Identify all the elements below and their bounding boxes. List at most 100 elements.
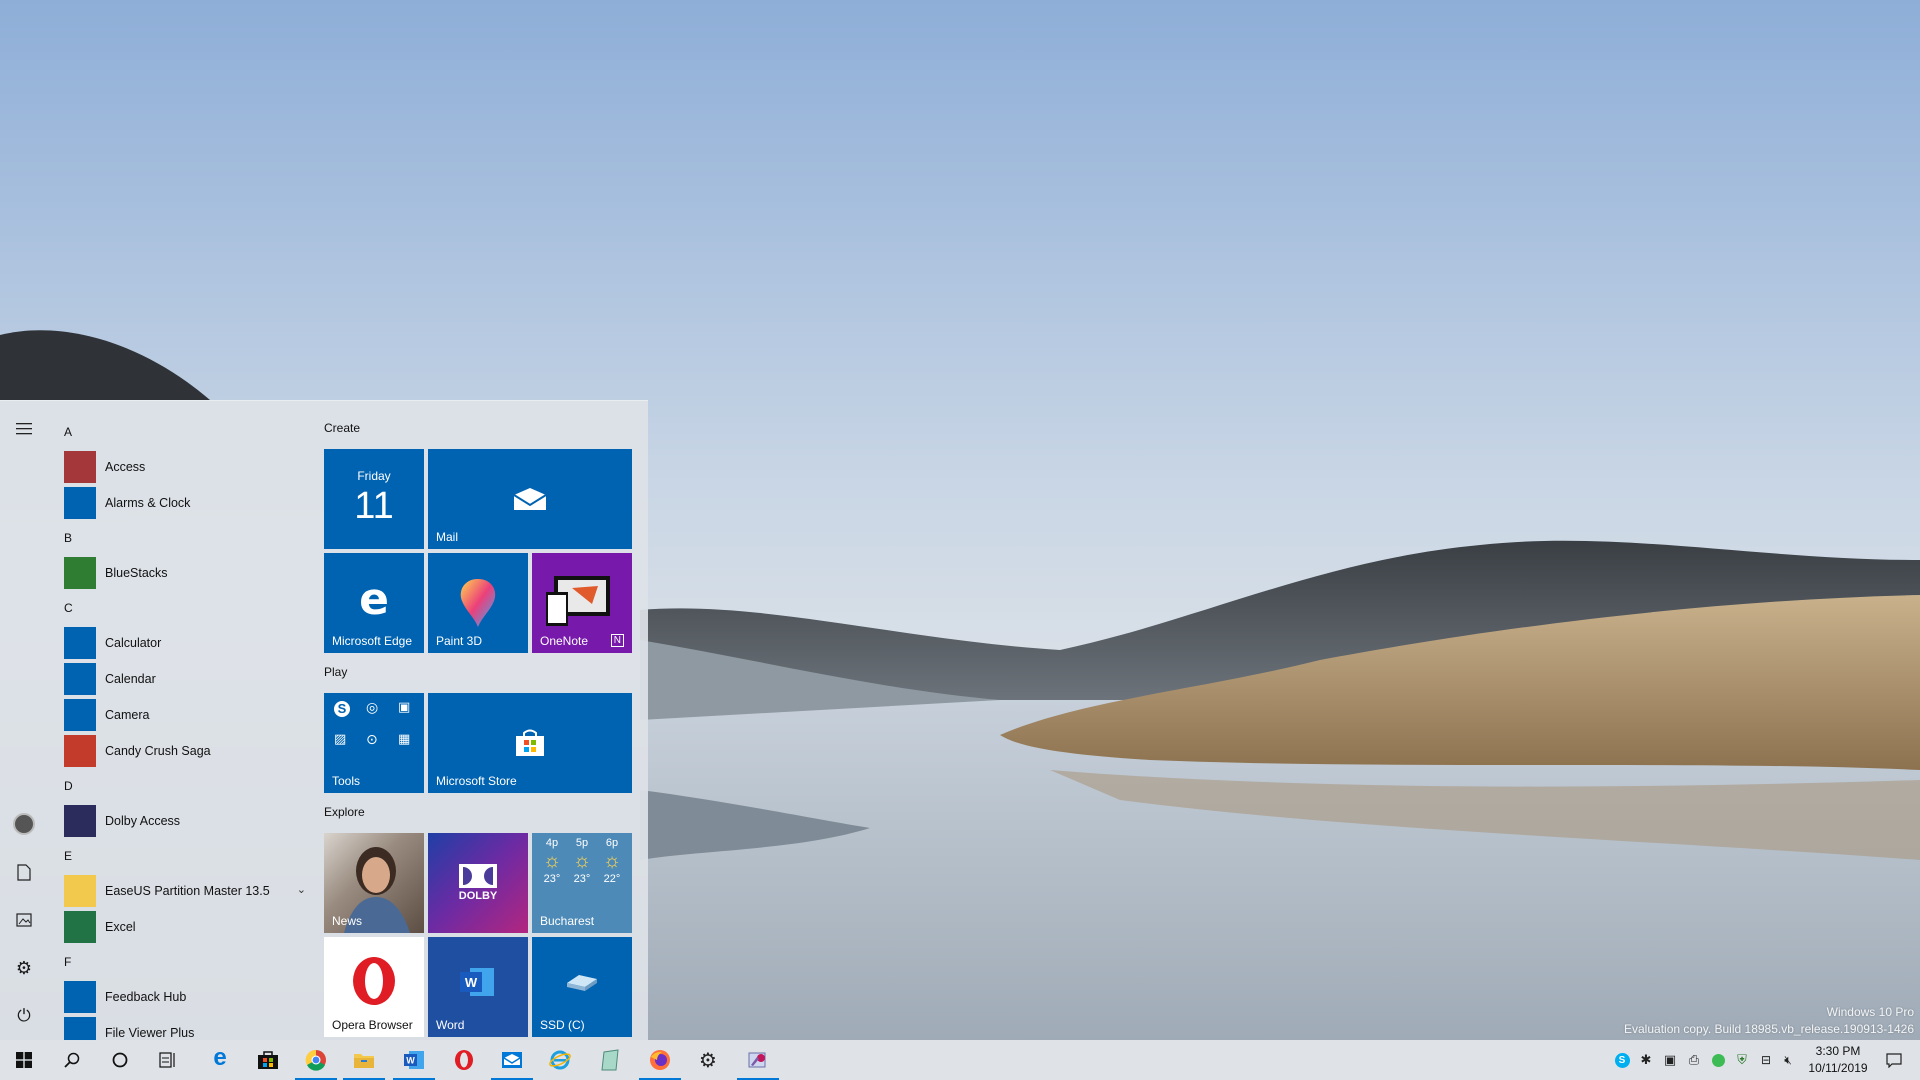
app-list-item[interactable]: Dolby Access (56, 803, 306, 839)
app-list-item[interactable]: Access (56, 449, 306, 485)
app-list-item[interactable]: BlueStacks (56, 555, 306, 591)
search-button[interactable] (48, 1040, 96, 1080)
store-tile[interactable]: Microsoft Store (428, 693, 632, 793)
app-list-item[interactable]: EaseUS Partition Master 13.5 ⌄ (56, 873, 306, 909)
app-list-item[interactable]: Candy Crush Saga (56, 733, 306, 769)
taskbar-mail[interactable] (488, 1040, 536, 1080)
news-tile[interactable]: News (324, 833, 424, 933)
documents-button[interactable] (0, 848, 48, 896)
gear-icon: ⚙ (15, 957, 33, 978)
weather-time: 6p (605, 837, 619, 849)
tray-app-3[interactable]: ▣ (1662, 1052, 1678, 1068)
tray-app-2[interactable]: ✱ (1638, 1052, 1654, 1068)
word-tile[interactable]: W Word (428, 937, 528, 1037)
taskbar-opera[interactable] (440, 1040, 488, 1080)
app-list-item[interactable]: Feedback Hub (56, 979, 306, 1015)
group-title-play[interactable]: Play (324, 665, 347, 679)
taskbar-settings[interactable]: ⚙ (684, 1040, 732, 1080)
app-list-item[interactable]: File Viewer Plus (56, 1015, 306, 1041)
taskbar-word[interactable]: W (390, 1040, 438, 1080)
network-icon: ⊟ (1760, 1053, 1772, 1067)
weather-forecast: 4p ☼ 23° 5p ☼ 23° 6p ☼ 22° (538, 837, 626, 885)
taskbar-notepad[interactable] (586, 1040, 634, 1080)
clock[interactable]: 3:30 PM 10/11/2019 (1798, 1043, 1878, 1077)
dolby-tile[interactable]: DOLBY (428, 833, 528, 933)
tray-skype[interactable]: S (1614, 1052, 1630, 1068)
settings-button[interactable]: ⚙ (0, 944, 48, 992)
tray-app-4[interactable]: ⎙ (1686, 1052, 1702, 1068)
taskbar-store[interactable] (244, 1040, 292, 1080)
weather-temp: 23° (573, 873, 591, 885)
letter-header-f[interactable]: F (56, 945, 306, 979)
app-list-item[interactable]: Calculator (56, 625, 306, 661)
taskbar-paint[interactable] (734, 1040, 782, 1080)
cortana-button[interactable] (96, 1040, 144, 1080)
hamburger-menu-button[interactable] (0, 405, 48, 453)
ssd-tile-label: SSD (C) (540, 1018, 585, 1032)
bluetooth-icon: ✱ (1640, 1052, 1652, 1067)
tray-security[interactable]: ⛨ (1734, 1052, 1750, 1068)
taskbar-edge[interactable]: e (196, 1040, 244, 1080)
taskbar-chrome[interactable] (292, 1040, 340, 1080)
account-button[interactable] (0, 800, 48, 848)
taskbar-file-explorer[interactable] (340, 1040, 388, 1080)
weather-tile[interactable]: 4p ☼ 23° 5p ☼ 23° 6p ☼ 22° Bucharest (532, 833, 632, 933)
candy-crush-icon (64, 735, 96, 767)
action-center-button[interactable] (1884, 1052, 1904, 1068)
maps-icon: ⊙ (366, 731, 378, 747)
taskbar-firefox[interactable] (636, 1040, 684, 1080)
dolby-access-icon (64, 805, 96, 837)
power-button[interactable]: ⏻ (0, 992, 48, 1040)
settings-icon: ⚙ (699, 1049, 717, 1072)
letter-header-b[interactable]: B (56, 521, 306, 555)
group-title-create[interactable]: Create (324, 421, 360, 435)
onenote-tile[interactable]: OneNote N (532, 553, 632, 653)
chevron-down-icon[interactable]: ⌄ (297, 883, 306, 896)
edge-tile[interactable]: e Microsoft Edge (324, 553, 424, 653)
dolby-logo-icon (459, 864, 497, 888)
shield-icon (1711, 1053, 1725, 1067)
file-explorer-icon (354, 1054, 374, 1068)
letter-header-d[interactable]: D (56, 769, 306, 803)
tray-network[interactable]: ⊟ (1758, 1052, 1774, 1068)
groove-icon: ◎ (366, 699, 379, 715)
word-icon: W (460, 968, 494, 996)
ssd-drive-tile[interactable]: SSD (C) (532, 937, 632, 1037)
word-tile-label: Word (436, 1018, 465, 1032)
task-view-button[interactable] (144, 1040, 192, 1080)
app-label: Calendar (105, 672, 156, 686)
evaluation-watermark: Windows 10 Pro Evaluation copy. Build 18… (1624, 1004, 1914, 1038)
app-list-item[interactable]: Excel (56, 909, 306, 945)
group-title-explore[interactable]: Explore (324, 805, 365, 819)
letter-header-e[interactable]: E (56, 839, 306, 873)
sun-icon: ☼ (542, 850, 562, 872)
app-list-item[interactable]: Calendar (56, 661, 306, 697)
svg-text:W: W (406, 1056, 415, 1066)
tools-folder-tile[interactable]: S ◎ ▣ ▨ ⊙ ▦ Tools (324, 693, 424, 793)
app-list-item[interactable]: Alarms & Clock (56, 485, 306, 521)
app-list-item[interactable]: Camera (56, 697, 306, 733)
mail-tile[interactable]: Mail (428, 449, 632, 549)
watermark-build: Evaluation copy. Build 18985.vb_release.… (1624, 1022, 1914, 1036)
taskbar-internet-explorer[interactable] (536, 1040, 584, 1080)
app-label: Access (105, 460, 146, 474)
calculator-icon (64, 627, 96, 659)
pictures-button[interactable] (0, 896, 48, 944)
edge-icon: e (213, 1044, 227, 1071)
start-button[interactable] (0, 1040, 48, 1080)
paint3d-tile[interactable]: Paint 3D (428, 553, 528, 653)
store-tile-label: Microsoft Store (436, 774, 517, 788)
search-icon (64, 1052, 80, 1068)
notification-icon (1886, 1053, 1902, 1068)
tray-volume[interactable]: 🔇︎ (1780, 1052, 1796, 1068)
all-apps-list[interactable]: A Access Alarms & Clock B BlueStacks C Calcula… (56, 415, 306, 1041)
news-tile-label: News (332, 914, 363, 928)
opera-tile[interactable]: Opera Browser (324, 937, 424, 1037)
avatar (13, 813, 35, 835)
bluestacks-icon (64, 557, 96, 589)
letter-header-a[interactable]: A (56, 415, 306, 449)
tray-app-5[interactable] (1710, 1052, 1726, 1068)
calendar-tile[interactable]: Friday 11 (324, 449, 424, 549)
weather-temp: 22° (603, 873, 621, 885)
letter-header-c[interactable]: C (56, 591, 306, 625)
